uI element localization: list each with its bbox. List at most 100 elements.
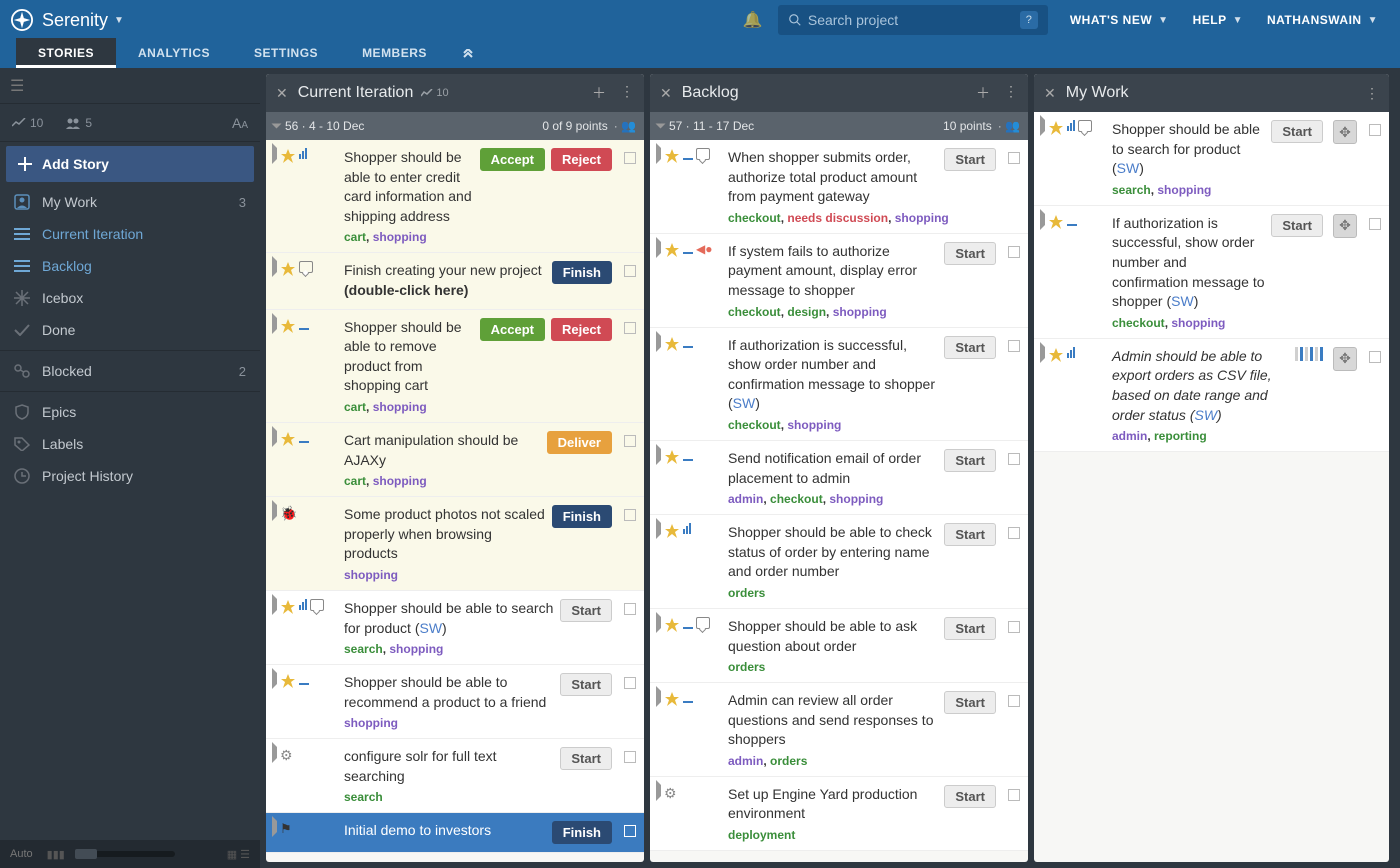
- expand-icon[interactable]: [656, 780, 661, 801]
- menu-icon[interactable]: ⋮: [620, 83, 634, 103]
- reject-button[interactable]: Reject: [551, 148, 612, 171]
- nav-user[interactable]: NATHANSWAIN▼: [1255, 13, 1390, 27]
- collapse-icon[interactable]: [272, 124, 282, 129]
- story-row[interactable]: Shopper should be able to search for pro…: [1034, 112, 1389, 206]
- expand-icon[interactable]: [656, 686, 661, 707]
- expand-icon[interactable]: [1040, 209, 1045, 230]
- select-checkbox[interactable]: [624, 265, 636, 277]
- iteration-bar[interactable]: 57 · 11 - 17 Dec 10 points · 👥: [650, 112, 1028, 140]
- drag-handle-icon[interactable]: ✥: [1333, 120, 1357, 144]
- tab-settings[interactable]: SETTINGS: [232, 38, 340, 68]
- select-checkbox[interactable]: [624, 825, 636, 837]
- start-button[interactable]: Start: [944, 691, 996, 714]
- notifications-icon[interactable]: 🔔: [738, 10, 768, 30]
- start-button[interactable]: Start: [944, 449, 996, 472]
- members-stat[interactable]: 5: [65, 116, 92, 130]
- story-row[interactable]: Cart manipulation should be AJAXyDeliver…: [266, 423, 644, 497]
- expand-icon[interactable]: [272, 742, 277, 763]
- close-icon[interactable]: ✕: [276, 85, 288, 102]
- deliver-button[interactable]: Deliver: [547, 431, 612, 454]
- expand-icon[interactable]: [1040, 115, 1045, 136]
- accept-button[interactable]: Accept: [480, 318, 545, 341]
- density-slider[interactable]: [75, 851, 175, 857]
- select-checkbox[interactable]: [624, 152, 636, 164]
- expand-icon[interactable]: [656, 444, 661, 465]
- start-button[interactable]: Start: [944, 617, 996, 640]
- story-row[interactable]: Shopper should be able to ask question a…: [650, 609, 1028, 683]
- nav-whatsnew[interactable]: WHAT'S NEW▼: [1058, 13, 1181, 27]
- select-checkbox[interactable]: [1008, 621, 1020, 633]
- expand-icon[interactable]: [272, 143, 277, 164]
- search-input[interactable]: [808, 12, 1020, 28]
- story-row[interactable]: Send notification email of order placeme…: [650, 441, 1028, 515]
- collapse-icon[interactable]: [656, 124, 666, 129]
- story-row[interactable]: Shopper should be able to recommend a pr…: [266, 665, 644, 739]
- story-row[interactable]: ⚙configure solr for full text searchingS…: [266, 739, 644, 813]
- story-row[interactable]: Finish creating your new project (double…: [266, 253, 644, 309]
- sidebar-item-mywork[interactable]: My Work3: [0, 186, 260, 218]
- story-row[interactable]: Shopper should be able to enter credit c…: [266, 140, 644, 253]
- iteration-bar[interactable]: 56 · 4 - 10 Dec 0 of 9 points · 👥: [266, 112, 644, 140]
- select-checkbox[interactable]: [1008, 527, 1020, 539]
- expand-icon[interactable]: [656, 331, 661, 352]
- select-checkbox[interactable]: [1369, 124, 1381, 136]
- drag-handle-icon[interactable]: ✥: [1333, 347, 1357, 371]
- tab-expand-icon[interactable]: [449, 40, 487, 68]
- nav-help[interactable]: HELP▼: [1181, 13, 1255, 27]
- expand-icon[interactable]: [272, 313, 277, 334]
- sidebar-item-backlog[interactable]: Backlog: [0, 250, 260, 282]
- select-checkbox[interactable]: [1008, 695, 1020, 707]
- add-icon[interactable]: ＋: [976, 83, 990, 103]
- story-row[interactable]: Shopper should be able to check status o…: [650, 515, 1028, 609]
- select-checkbox[interactable]: [1008, 246, 1020, 258]
- start-button[interactable]: Start: [1271, 214, 1323, 237]
- story-row[interactable]: Shopper should be able to search for pro…: [266, 591, 644, 665]
- select-checkbox[interactable]: [624, 751, 636, 763]
- story-row[interactable]: If authorization is successful, show ord…: [1034, 206, 1389, 339]
- select-checkbox[interactable]: [1369, 351, 1381, 363]
- accept-button[interactable]: Accept: [480, 148, 545, 171]
- story-row[interactable]: When shopper submits order, authorize to…: [650, 140, 1028, 234]
- project-name[interactable]: Serenity: [42, 10, 108, 31]
- expand-icon[interactable]: [272, 500, 277, 521]
- velocity-stat[interactable]: 10: [12, 116, 43, 130]
- add-story-button[interactable]: Add Story: [6, 146, 254, 182]
- story-row[interactable]: Admin can review all order questions and…: [650, 683, 1028, 777]
- finish-button[interactable]: Finish: [552, 505, 612, 528]
- close-icon[interactable]: ✕: [660, 85, 672, 102]
- expand-icon[interactable]: [272, 426, 277, 447]
- story-row[interactable]: Shopper should be able to remove product…: [266, 310, 644, 423]
- sidebar-item-icebox[interactable]: Icebox: [0, 282, 260, 314]
- search-box[interactable]: ?: [778, 5, 1048, 35]
- expand-icon[interactable]: [656, 518, 661, 539]
- expand-icon[interactable]: [1040, 342, 1045, 363]
- drag-handle-icon[interactable]: ✥: [1333, 214, 1357, 238]
- start-button[interactable]: Start: [944, 523, 996, 546]
- finish-button[interactable]: Finish: [552, 821, 612, 844]
- start-button[interactable]: Start: [944, 336, 996, 359]
- close-icon[interactable]: ✕: [1044, 85, 1056, 102]
- start-button[interactable]: Start: [560, 673, 612, 696]
- expand-icon[interactable]: [272, 594, 277, 615]
- start-button[interactable]: Start: [1271, 120, 1323, 143]
- sidebar-item-done[interactable]: Done: [0, 314, 260, 346]
- start-button[interactable]: Start: [944, 148, 996, 171]
- estimate-bars-icon[interactable]: [1295, 347, 1323, 361]
- sidebar-item-history[interactable]: Project History: [0, 460, 260, 492]
- expand-icon[interactable]: [656, 143, 661, 164]
- select-checkbox[interactable]: [1369, 218, 1381, 230]
- font-size-toggle[interactable]: AA: [232, 115, 248, 131]
- story-row[interactable]: If authorization is successful, show ord…: [650, 328, 1028, 441]
- sidebar-item-labels[interactable]: Labels: [0, 428, 260, 460]
- select-checkbox[interactable]: [624, 322, 636, 334]
- sidebar-item-epics[interactable]: Epics: [0, 396, 260, 428]
- select-checkbox[interactable]: [1008, 340, 1020, 352]
- select-checkbox[interactable]: [624, 435, 636, 447]
- select-checkbox[interactable]: [1008, 789, 1020, 801]
- start-button[interactable]: Start: [560, 599, 612, 622]
- project-caret-icon[interactable]: ▼: [114, 15, 124, 26]
- expand-icon[interactable]: [272, 256, 277, 277]
- start-button[interactable]: Start: [560, 747, 612, 770]
- sidebar-item-blocked[interactable]: Blocked2: [0, 355, 260, 387]
- select-checkbox[interactable]: [624, 677, 636, 689]
